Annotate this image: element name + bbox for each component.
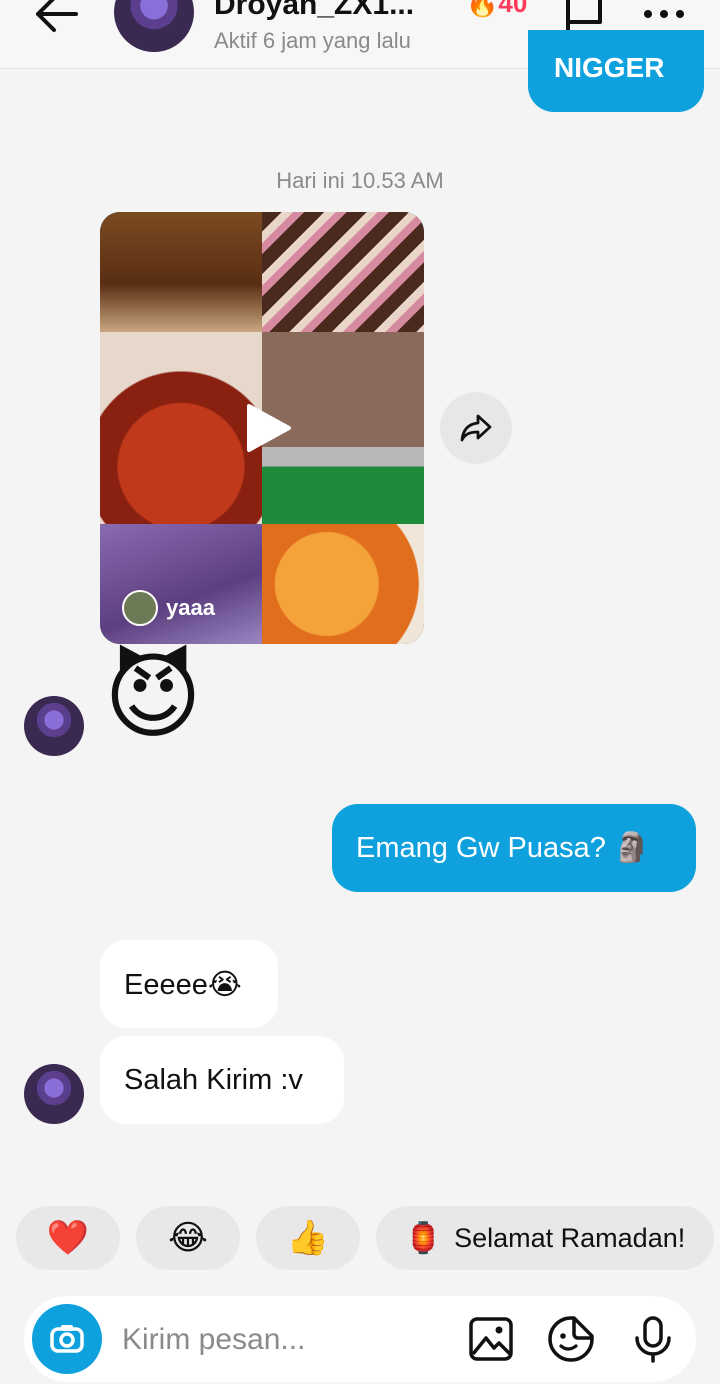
- shared-video-card[interactable]: yaaa: [100, 212, 424, 644]
- quick-reply-heart[interactable]: ❤️: [16, 1206, 120, 1270]
- contact-name[interactable]: Droyan_ZX1...: [214, 0, 414, 22]
- sticker-icon: [548, 1316, 594, 1362]
- quick-reply-laugh[interactable]: 😂: [136, 1206, 240, 1270]
- sender-avatar[interactable]: [24, 1064, 84, 1124]
- message-composer: [24, 1296, 696, 1382]
- gallery-button[interactable]: [466, 1314, 516, 1364]
- back-arrow-icon: [36, 0, 78, 32]
- microphone-icon: [635, 1316, 671, 1363]
- quick-reply-thumbs-up[interactable]: 👍: [256, 1206, 360, 1270]
- contact-status: Aktif 6 jam yang lalu: [214, 28, 411, 53]
- more-button[interactable]: [640, 0, 688, 30]
- message-text: NIGGER: [554, 52, 665, 83]
- video-author-avatar: [122, 590, 158, 626]
- sender-avatar[interactable]: [24, 696, 84, 756]
- camera-icon: [50, 1325, 84, 1353]
- thumbnail-purple-food: [100, 524, 262, 644]
- heart-emoji: ❤️: [46, 1219, 90, 1257]
- thumbs-up-emoji: 👍: [286, 1219, 330, 1257]
- thumbnail-noodles: [100, 332, 262, 524]
- gallery-icon: [469, 1317, 513, 1361]
- message-timestamp: Hari ini 10.53 AM: [276, 168, 444, 193]
- share-button[interactable]: [440, 392, 512, 464]
- share-icon: [460, 414, 492, 442]
- camera-button[interactable]: [32, 1304, 102, 1374]
- message-text: Eeeee😭: [124, 968, 242, 1001]
- message-text: Emang Gw Puasa? 🗿: [356, 832, 651, 864]
- voice-button[interactable]: [628, 1314, 678, 1364]
- play-icon: [247, 404, 291, 452]
- thumbnail-soup: [262, 524, 424, 644]
- play-button[interactable]: [241, 402, 293, 454]
- quick-reply-ramadan[interactable]: 🏮 Selamat Ramadan!: [376, 1206, 714, 1270]
- back-button[interactable]: [30, 0, 82, 38]
- quick-reply-text: Selamat Ramadan!: [454, 1222, 686, 1253]
- contact-avatar[interactable]: [114, 0, 194, 52]
- outgoing-message[interactable]: Emang Gw Puasa? 🗿: [332, 804, 696, 892]
- laugh-emoji: 😂: [168, 1219, 208, 1257]
- outgoing-message[interactable]: NIGGER: [528, 30, 704, 112]
- message-text: Salah Kirim :v: [124, 1063, 303, 1096]
- message-input[interactable]: [120, 1316, 454, 1364]
- lantern-emoji: 🏮: [404, 1221, 443, 1255]
- thumbnail-drink: [100, 212, 262, 332]
- incoming-message[interactable]: Eeeee😭: [100, 940, 278, 1028]
- video-author: yaaa: [122, 590, 215, 626]
- video-author-name: yaaa: [166, 595, 215, 620]
- incoming-message[interactable]: Salah Kirim :v: [100, 1036, 344, 1124]
- thumbnail-chocolates: [262, 212, 424, 332]
- sticker-button[interactable]: [546, 1314, 596, 1364]
- streak-badge: 🔥40: [466, 0, 528, 18]
- emoji-message[interactable]: 😈: [104, 650, 202, 744]
- more-icon: [644, 10, 684, 18]
